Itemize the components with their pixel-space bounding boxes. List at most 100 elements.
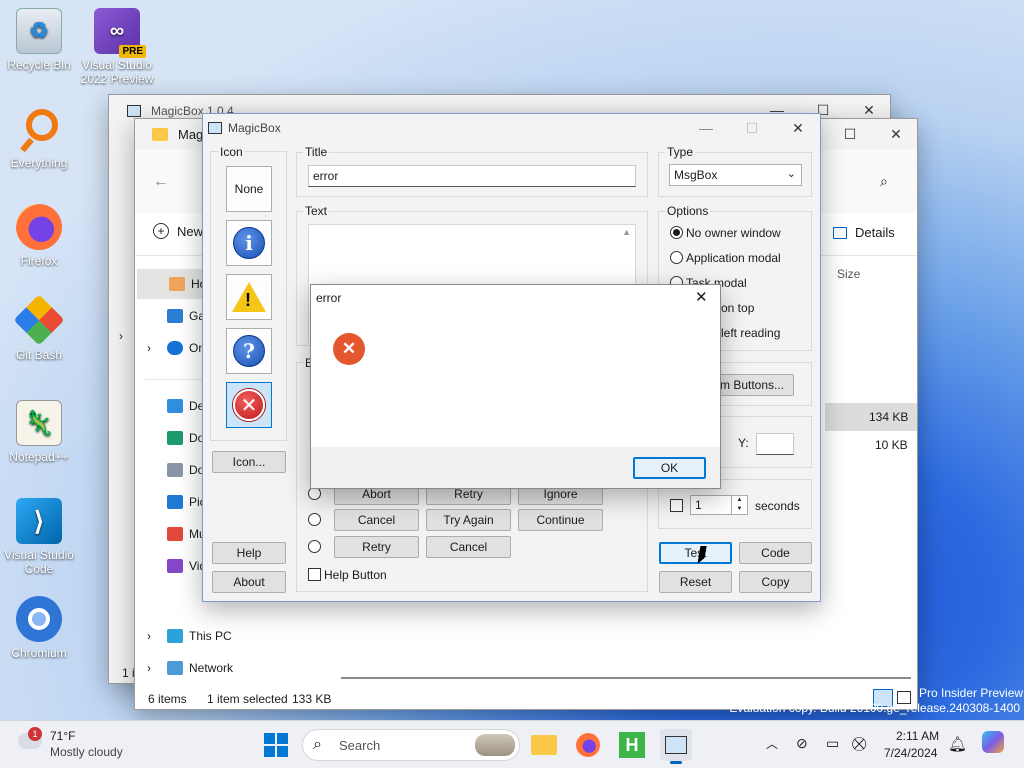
close-button[interactable]: ✕ — [775, 114, 821, 142]
desktop-icon-visual-studio-2022[interactable]: ∞ PRE Visual Studio 2022 Preview — [79, 8, 155, 86]
error-icon: ✕ — [333, 333, 365, 365]
minimize-button[interactable]: — — [683, 114, 729, 142]
display-icon[interactable]: ▭ — [826, 735, 839, 752]
icon-none-button[interactable]: None — [226, 166, 272, 212]
desktop-icon-everything[interactable]: Everything — [1, 106, 77, 170]
warning-icon: ! — [232, 282, 266, 312]
no-owner-radio[interactable] — [670, 226, 683, 239]
icon-browse-button[interactable]: Icon... — [212, 451, 286, 473]
back-arrow-icon[interactable]: ← — [153, 173, 169, 191]
chromium-icon — [16, 596, 62, 642]
notification-bell-icon[interactable]: 🔔︎ — [948, 735, 967, 753]
explorer-maximize-button[interactable]: ☐ — [827, 119, 873, 149]
nav-item-network[interactable]: › Network — [135, 653, 285, 683]
expand-chevron-icon[interactable]: › — [147, 629, 151, 643]
watermark-line2: Evaluation copy. Build 26100.ge_release.… — [729, 701, 1020, 715]
magicbox-icon — [665, 736, 687, 754]
test-button[interactable]: Test — [659, 542, 732, 564]
desktop-folder-icon — [167, 399, 183, 413]
desktop-icon-notepadpp[interactable]: 🦎 Notepad++ — [1, 400, 77, 464]
help-button[interactable]: Help — [212, 542, 286, 564]
weather-temp: 71°F — [50, 729, 76, 743]
explorer-close-button[interactable]: ✕ — [873, 119, 919, 149]
copy-button[interactable]: Copy — [739, 571, 812, 593]
retry-button-2[interactable]: Retry — [334, 536, 419, 558]
magicbox-title: MagicBox — [228, 121, 281, 135]
onedrive-icon — [167, 341, 183, 355]
details-button[interactable]: Details — [833, 225, 895, 240]
clock-time[interactable]: 2:11 AM — [896, 729, 939, 743]
about-button[interactable]: About — [212, 571, 286, 593]
magicbox-titlebar[interactable]: MagicBox — ☐ ✕ — [203, 114, 820, 142]
expand-chevron-icon[interactable]: › — [147, 341, 151, 355]
icon-error-button[interactable]: ✕ — [226, 382, 272, 428]
magicbox-app-icon — [208, 122, 222, 134]
desktop-icon-firefox[interactable]: Firefox — [1, 204, 77, 268]
desktop-icon-git-bash[interactable]: Git Bash — [1, 294, 77, 362]
new-label: New — [177, 223, 204, 239]
type-select[interactable]: MsgBox ⌄ — [669, 164, 802, 186]
taskbar-file-explorer[interactable] — [528, 729, 560, 761]
taskbar-hxd[interactable]: H — [616, 729, 648, 761]
continue-button[interactable]: Continue — [518, 509, 603, 531]
network-status-icon[interactable]: ⊘ — [796, 735, 808, 752]
watermark-line1: Pro Insider Preview — [919, 686, 1024, 700]
seconds-spinner[interactable]: 1 ▲ ▼ — [690, 495, 748, 515]
icon-information-button[interactable]: i — [226, 220, 272, 266]
custom-buttons-button[interactable]: m Buttons... — [710, 374, 794, 396]
error-dialog-titlebar[interactable]: error ✕ — [311, 285, 720, 311]
button-set-radio[interactable] — [308, 540, 321, 553]
try-again-button[interactable]: Try Again — [426, 509, 511, 531]
volume-icon[interactable]: ⛒ — [852, 735, 866, 752]
pictures-icon — [167, 495, 183, 509]
search-icon[interactable]: ⌕ — [880, 173, 888, 190]
clock-date[interactable]: 7/24/2024 — [884, 746, 937, 760]
search-label: Search — [339, 738, 381, 753]
cancel-button[interactable]: Cancel — [334, 509, 419, 531]
topmost-label: on top — [721, 301, 755, 315]
horizontal-scrollbar[interactable] — [341, 677, 911, 679]
plus-icon: + — [153, 223, 169, 239]
title-input[interactable]: error — [308, 165, 636, 187]
firefox-icon — [576, 733, 600, 757]
icon-question-button[interactable]: ? — [226, 328, 272, 374]
copilot-icon[interactable] — [982, 731, 1004, 753]
git-bash-icon — [13, 294, 65, 346]
weather-widget[interactable]: 1 71°F Mostly cloudy — [14, 727, 144, 763]
column-header-size[interactable]: Size — [837, 267, 860, 281]
firefox-icon — [16, 204, 62, 250]
code-button[interactable]: Code — [739, 542, 812, 564]
help-button-checkbox[interactable] — [308, 568, 321, 581]
cancel-button-2[interactable]: Cancel — [426, 536, 511, 558]
ok-button[interactable]: OK — [633, 457, 706, 479]
maximize-button[interactable]: ☐ — [729, 114, 775, 142]
windows-logo-icon — [264, 733, 275, 744]
error-dialog[interactable]: error ✕ ✕ OK — [310, 284, 721, 489]
desktop-icon-recycle-bin[interactable]: ♻ Recycle Bin — [1, 8, 77, 72]
start-button[interactable] — [264, 733, 288, 757]
chevron-right-icon[interactable]: › — [119, 329, 123, 343]
taskbar-magicbox[interactable] — [660, 729, 692, 764]
desktop-icon-chromium[interactable]: Chromium — [1, 596, 77, 660]
search-icon: ⌕ — [313, 736, 322, 753]
new-button[interactable]: + New — [153, 223, 203, 239]
show-hidden-icons-chevron[interactable]: ︿ — [766, 735, 778, 752]
spin-down-icon[interactable]: ▼ — [731, 505, 747, 514]
close-icon[interactable]: ✕ — [695, 288, 708, 306]
question-icon: ? — [233, 335, 265, 367]
spin-up-icon[interactable]: ▲ — [731, 496, 747, 505]
taskbar-search[interactable]: ⌕ Search — [302, 729, 520, 761]
pre-badge: PRE — [119, 45, 146, 58]
timeout-checkbox[interactable] — [670, 499, 683, 512]
desktop-icon-vscode[interactable]: ⟩ Visual Studio Code — [1, 498, 77, 576]
taskbar-firefox[interactable] — [572, 729, 604, 761]
y-input[interactable] — [756, 433, 794, 455]
application-modal-radio[interactable] — [670, 251, 683, 264]
icon-warning-button[interactable]: ! — [226, 274, 272, 320]
scroll-up-icon[interactable]: ▲ — [622, 227, 631, 237]
reset-button[interactable]: Reset — [659, 571, 732, 593]
button-set-radio[interactable] — [308, 513, 321, 526]
details-label: Details — [855, 225, 895, 240]
expand-chevron-icon[interactable]: › — [147, 661, 151, 675]
nav-item-this-pc[interactable]: › This PC — [135, 621, 285, 651]
